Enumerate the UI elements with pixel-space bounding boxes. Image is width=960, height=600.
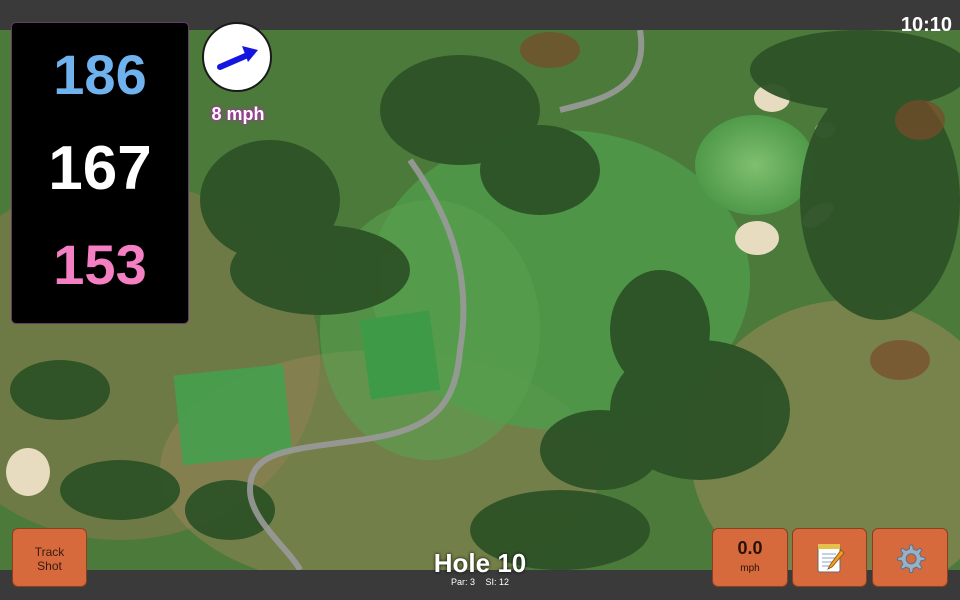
wind-arrow-icon [217, 46, 258, 70]
wind-speed-label: 8 mph [211, 104, 265, 124]
settings-button[interactable] [872, 528, 948, 587]
speed-value: 0.0 [737, 538, 763, 558]
track-shot-label-line1: Track [34, 545, 65, 559]
notepad-icon [817, 543, 845, 572]
yardage-panel: 186 167 153 [11, 22, 189, 324]
hole-title: Hole 10 [433, 548, 527, 578]
track-shot-button[interactable]: Track Shot [12, 528, 87, 587]
hole-par: Par: 3 [450, 577, 475, 587]
hole-stroke-index: SI: 12 [485, 577, 510, 587]
clock-time: 10:10 [900, 14, 952, 36]
back-of-green-yardage: 186 [53, 43, 147, 106]
speed-unit: mph [740, 563, 760, 574]
track-shot-label-line2: Shot [37, 559, 62, 573]
wind-direction-dial [202, 22, 272, 92]
middle-of-green-yardage: 167 [48, 134, 152, 203]
front-of-green-yardage: 153 [53, 233, 147, 296]
gear-icon [897, 544, 926, 573]
scorecard-notes-button[interactable] [792, 528, 867, 587]
speed-button[interactable]: 0.0 mph [712, 528, 788, 587]
hole-info: Par: 3 SI: 12 [380, 577, 580, 587]
